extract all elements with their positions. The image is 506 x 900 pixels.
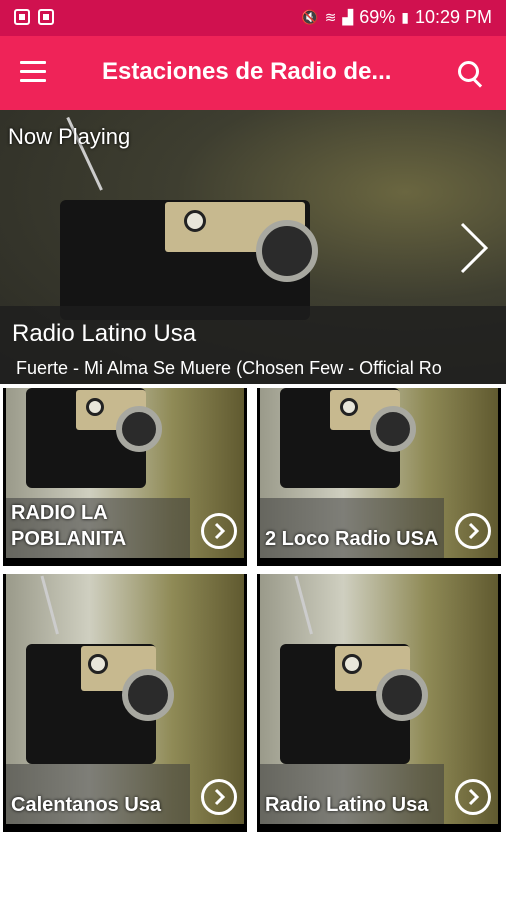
search-icon[interactable] [458,61,484,88]
status-bar: 🔇 ≋ ▟ 69% ▮ 10:29 PM [0,0,506,36]
mute-icon: 🔇 [301,9,319,25]
battery-icon: ▮ [401,9,409,25]
now-playing-label: Now Playing [8,124,131,149]
status-right: 🔇 ≋ ▟ 69% ▮ 10:29 PM [301,7,492,28]
radio-artwork [60,116,320,320]
signal-icon: ▟ [342,9,354,25]
play-circle-icon[interactable] [201,513,237,549]
battery-percent: 69% [359,7,396,27]
wifi-icon: ≋ [324,9,337,25]
play-circle-icon[interactable] [201,779,237,815]
station-name: Calentanos Usa [11,794,162,816]
station-name: 2 Loco Radio USA [265,528,439,550]
app-bar: Estaciones de Radio de... [0,36,506,110]
now-playing-station: Radio Latino Usa [12,320,197,347]
menu-icon[interactable] [20,61,46,83]
play-circle-icon[interactable] [455,779,491,815]
station-card[interactable]: 2 Loco Radio USA [257,388,501,566]
station-name: RADIO LA POBLANITA [11,502,127,550]
chevron-right-icon[interactable] [456,220,490,276]
radio-notification-icon [38,9,54,25]
station-card[interactable]: RADIO LA POBLANITA [3,388,247,566]
station-card[interactable]: Radio Latino Usa [257,574,501,832]
station-card[interactable]: Calentanos Usa [3,574,247,832]
now-playing-track: Fuerte - Mi Alma Se Muere (Chosen Few - … [16,358,442,378]
notification-icons [14,9,54,25]
gallery-notification-icon [14,9,30,25]
play-circle-icon[interactable] [455,513,491,549]
clock: 10:29 PM [414,7,492,27]
station-name: Radio Latino Usa [265,794,429,816]
now-playing-panel[interactable]: Now Playing Radio Latino Usa Fuerte - Mi… [0,110,506,384]
app-title: Estaciones de Radio de... [102,58,392,85]
